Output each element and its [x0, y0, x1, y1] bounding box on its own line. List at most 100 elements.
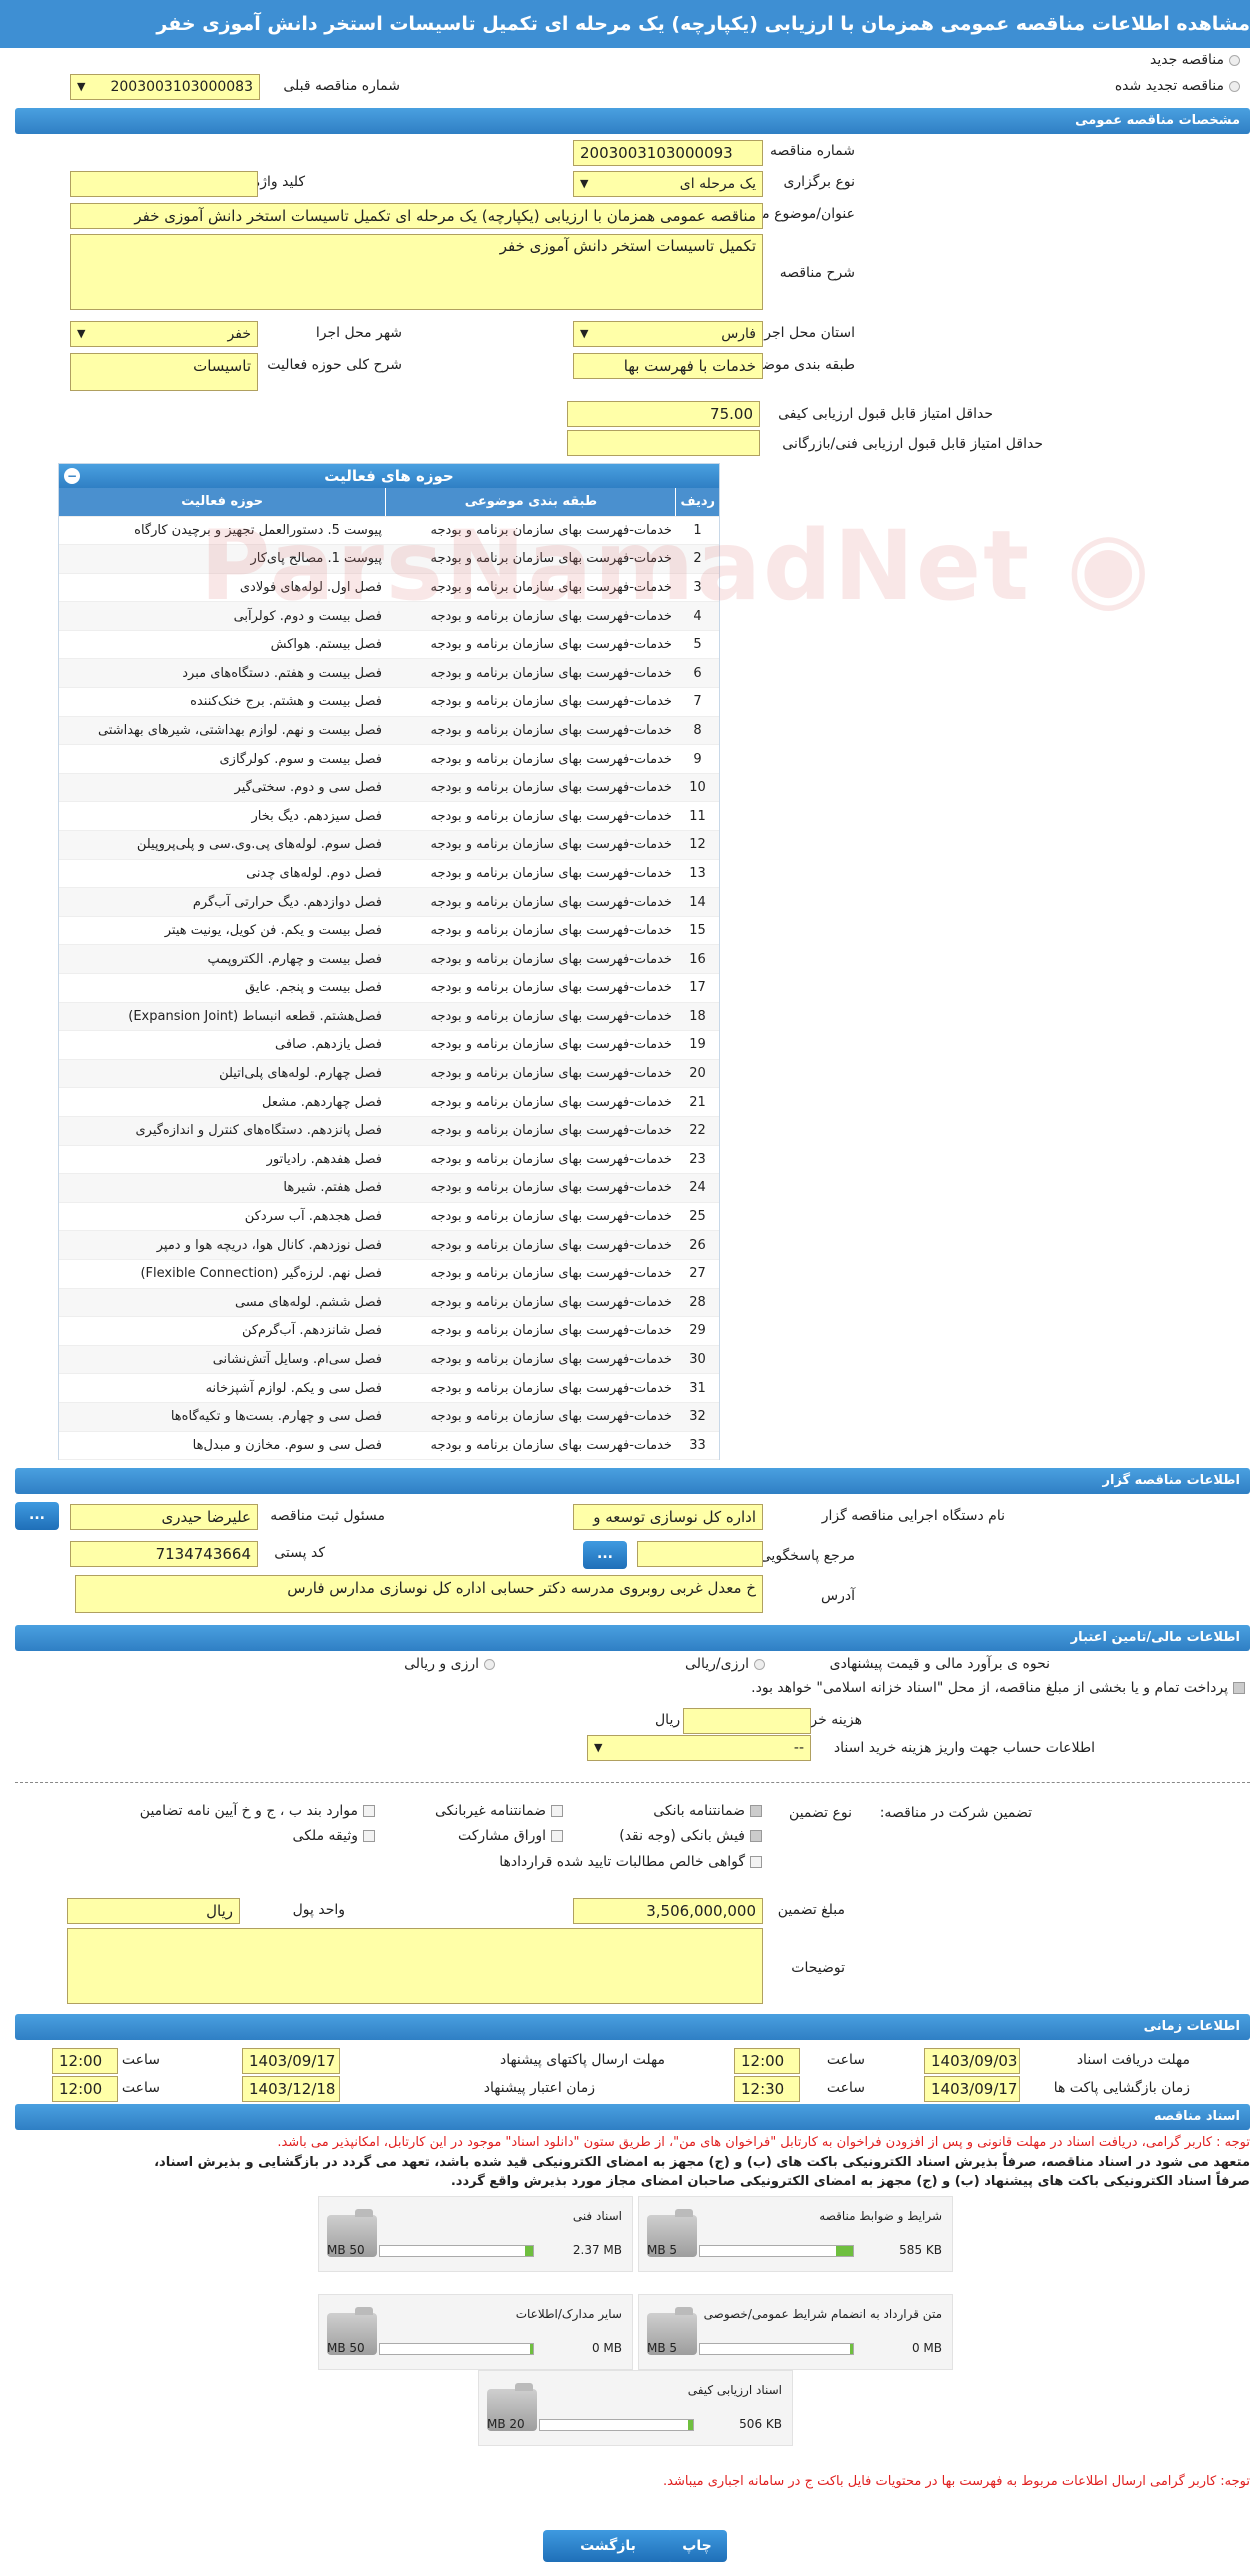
resp-label: مسئول ثبت مناقصه [270, 1508, 385, 1524]
treasury-check[interactable]: پرداخت تمام و یا بخشی از مبلغ مناقصه، از… [751, 1680, 1245, 1696]
row-index: 15 [675, 916, 719, 946]
row-category: خدمات-فهرست بهای سازمان برنامه و بودجه [385, 716, 676, 746]
doc-deadline-time[interactable]: 12:00 [734, 2048, 800, 2074]
g-bonds[interactable]: اوراق مشارکت [458, 1828, 563, 1844]
submit-date[interactable]: 1403/09/17 [242, 2048, 340, 2074]
chevron-down-icon: ▼ [77, 80, 86, 93]
collapse-icon[interactable]: − [64, 468, 80, 484]
row-category: خدمات-فهرست بهای سازمان برنامه و بودجه [385, 830, 676, 860]
desc-field[interactable]: تکمیل تاسیسات استخر دانش آموزی خفر [70, 234, 763, 310]
g-nonbank[interactable]: ضمانتنامه غیربانکی [435, 1803, 563, 1819]
docs-note-2: متعهد می شود در اسناد مناقصه، صرفاً بذیر… [154, 2155, 1250, 2170]
min-quality-label: حداقل امتیاز قابل قبول ارزیابی کیفی [778, 406, 993, 422]
min-tech-label: حداقل امتیاز قابل قبول ارزیابی فنی/بازرگ… [782, 436, 1043, 452]
subject-field[interactable]: مناقصه عمومی همزمان با ارزیابی (یکپارچه)… [70, 203, 763, 229]
row-index: 16 [675, 944, 719, 974]
row-index: 19 [675, 1030, 719, 1060]
file-card-title: اسناد ارزیابی کیفی [687, 2383, 782, 2397]
g-cash[interactable]: فیش بانکی (وجه نقد) [619, 1828, 762, 1844]
doc-cost-field[interactable] [683, 1708, 811, 1734]
print-button[interactable]: چاپ [667, 2530, 727, 2562]
submit-label: مهلت ارسال پاکتهای پیشنهاد [499, 2052, 665, 2068]
file-card[interactable]: سایر مدارک/اطلاعات 50 MB 0 MB [318, 2294, 633, 2370]
radio-renewed-tender[interactable]: مناقصه تجدید شده [1115, 78, 1240, 94]
row-category: خدمات-فهرست بهای سازمان برنامه و بودجه [385, 1230, 676, 1260]
file-card[interactable]: شرایط و ضوابط مناقصه 5 MB 585 KB [638, 2196, 953, 2272]
activity-field[interactable]: تاسیسات [70, 353, 258, 391]
unit-label: واحد پول [292, 1902, 345, 1918]
prev-no-select[interactable]: ▼ 2003003103000083 [70, 74, 260, 100]
row-category: خدمات-فهرست بهای سازمان برنامه و بودجه [385, 859, 676, 889]
file-card-used: 2.37 MB [572, 2243, 622, 2257]
row-field: فصل بیست و نهم. لوازم بهداشتی، شیرهای به… [59, 716, 386, 746]
row-field: فصل بیست و یکم. فن کویل، یونیت هیتر [59, 916, 386, 946]
open-date[interactable]: 1403/09/17 [924, 2076, 1020, 2102]
g-clauses[interactable]: موارد بند ب ، ج و خ آیین نامه تضامین [140, 1803, 375, 1819]
table-row: 15 خدمات-فهرست بهای سازمان برنامه و بودجه… [59, 916, 719, 946]
ref-field[interactable] [637, 1541, 763, 1567]
min-quality-field[interactable]: 75.00 [567, 401, 760, 427]
row-category: خدمات-فهرست بهای سازمان برنامه و بودجه [385, 1316, 676, 1346]
province-select[interactable]: ▼ فارس [573, 321, 763, 347]
table-row: 28 خدمات-فهرست بهای سازمان برنامه و بودجه… [59, 1288, 719, 1318]
row-field: فصل چهاردهم. مشعل [59, 1087, 386, 1117]
g-property[interactable]: وثیقه ملکی [293, 1828, 375, 1844]
radio-currency-rial[interactable]: ارزی و ریالی [404, 1656, 495, 1672]
row-category: خدمات-فهرست بهای سازمان برنامه و بودجه [385, 1173, 676, 1203]
org-field[interactable]: اداره کل نوسازی توسعه و [573, 1504, 763, 1530]
address-field[interactable]: خ معدل غربی روبروی مدرسه دکتر حسابی ادار… [75, 1575, 763, 1613]
desc-label: شرح مناقصه [779, 265, 855, 281]
activities-table: ردیف طبقه بندی موضوعی حوزه فعالیت 1 خدمات… [59, 488, 719, 1461]
file-card[interactable]: متن قرارداد به انضمام شرایط عمومی/خصوصی 5… [638, 2294, 953, 2370]
ref-more-button[interactable]: ... [583, 1541, 627, 1569]
row-category: خدمات-فهرست بهای سازمان برنامه و بودجه [385, 687, 676, 717]
row-index: 24 [675, 1173, 719, 1203]
radio-new-tender[interactable]: مناقصه جدید [1150, 52, 1240, 68]
table-row: 20 خدمات-فهرست بهای سازمان برنامه و بودجه… [59, 1059, 719, 1089]
g-claims[interactable]: گواهی خالص مطالبات تایید شده قراردادها [499, 1854, 762, 1870]
doc-deadline-date[interactable]: 1403/09/03 [924, 2048, 1020, 2074]
page-title-bar: مشاهده اطلاعات مناقصه عمومی همزمان با ار… [0, 0, 1250, 48]
open-time[interactable]: 12:30 [734, 2076, 800, 2102]
notes-field[interactable] [67, 1928, 763, 2004]
row-field: فصل بیست و هفتم. دستگاه‌های مبرد [59, 658, 386, 689]
row-category: خدمات-فهرست بهای سازمان برنامه و بودجه [385, 1431, 676, 1461]
file-usage-bar [539, 2419, 694, 2431]
file-usage-bar [699, 2343, 854, 2355]
valid-date[interactable]: 1403/12/18 [242, 2076, 340, 2102]
table-row: 11 خدمات-فهرست بهای سازمان برنامه و بودجه… [59, 801, 719, 832]
radio-rial[interactable]: ارزی/ریالی [685, 1656, 765, 1672]
valid-time[interactable]: 12:00 [52, 2076, 118, 2102]
file-card[interactable]: اسناد ارزیابی کیفی 20 MB 506 KB [478, 2370, 793, 2446]
file-card-title: اسناد فنی [572, 2209, 622, 2223]
amount-field[interactable]: 3,506,000,000 [573, 1898, 763, 1924]
unit-field[interactable]: ریال [67, 1898, 240, 1924]
keyword-field[interactable] [70, 171, 258, 197]
account-select[interactable]: ▼ -- [587, 1735, 811, 1761]
type-select[interactable]: ▼ یک مرحله ای [573, 171, 763, 197]
row-category: خدمات-فهرست بهای سازمان برنامه و بودجه [385, 944, 676, 974]
row-field: فصل نهم. لرزه‌گیر (Flexible Connection) [59, 1259, 386, 1289]
tender-no-field[interactable]: 2003003103000093 [573, 140, 763, 166]
resp-field[interactable]: علیرضا حیدری [70, 1504, 258, 1530]
divider [15, 1782, 1250, 1783]
row-index: 23 [675, 1145, 719, 1175]
doc-deadline-label: مهلت دریافت اسناد [1076, 2052, 1190, 2068]
file-card[interactable]: اسناد فنی 50 MB 2.37 MB [318, 2196, 633, 2272]
g-bank[interactable]: ضمانتنامه بانکی [653, 1803, 762, 1819]
min-tech-field[interactable] [567, 430, 760, 456]
back-button[interactable]: بازگشت [543, 2530, 673, 2562]
file-card-title: شرایط و ضوابط مناقصه [819, 2209, 942, 2223]
row-field: فصل دوم. لوله‌های چدنی [59, 859, 386, 889]
category-field[interactable]: خدمات با فهرست بها [573, 353, 763, 379]
org-more-button[interactable]: ... [15, 1502, 59, 1530]
table-row: 26 خدمات-فهرست بهای سازمان برنامه و بودجه… [59, 1230, 719, 1260]
radio-new-label: مناقصه جدید [1149, 52, 1224, 68]
city-select[interactable]: ▼ خفر [70, 321, 258, 347]
row-index: 17 [675, 973, 719, 1003]
submit-time[interactable]: 12:00 [52, 2048, 118, 2074]
row-field: فصل سیزدهم. دیگ بخار [59, 801, 386, 832]
postal-field[interactable]: 7134743664 [70, 1541, 258, 1567]
table-row: 21 خدمات-فهرست بهای سازمان برنامه و بودجه… [59, 1087, 719, 1117]
table-row: 33 خدمات-فهرست بهای سازمان برنامه و بودجه… [59, 1431, 719, 1461]
